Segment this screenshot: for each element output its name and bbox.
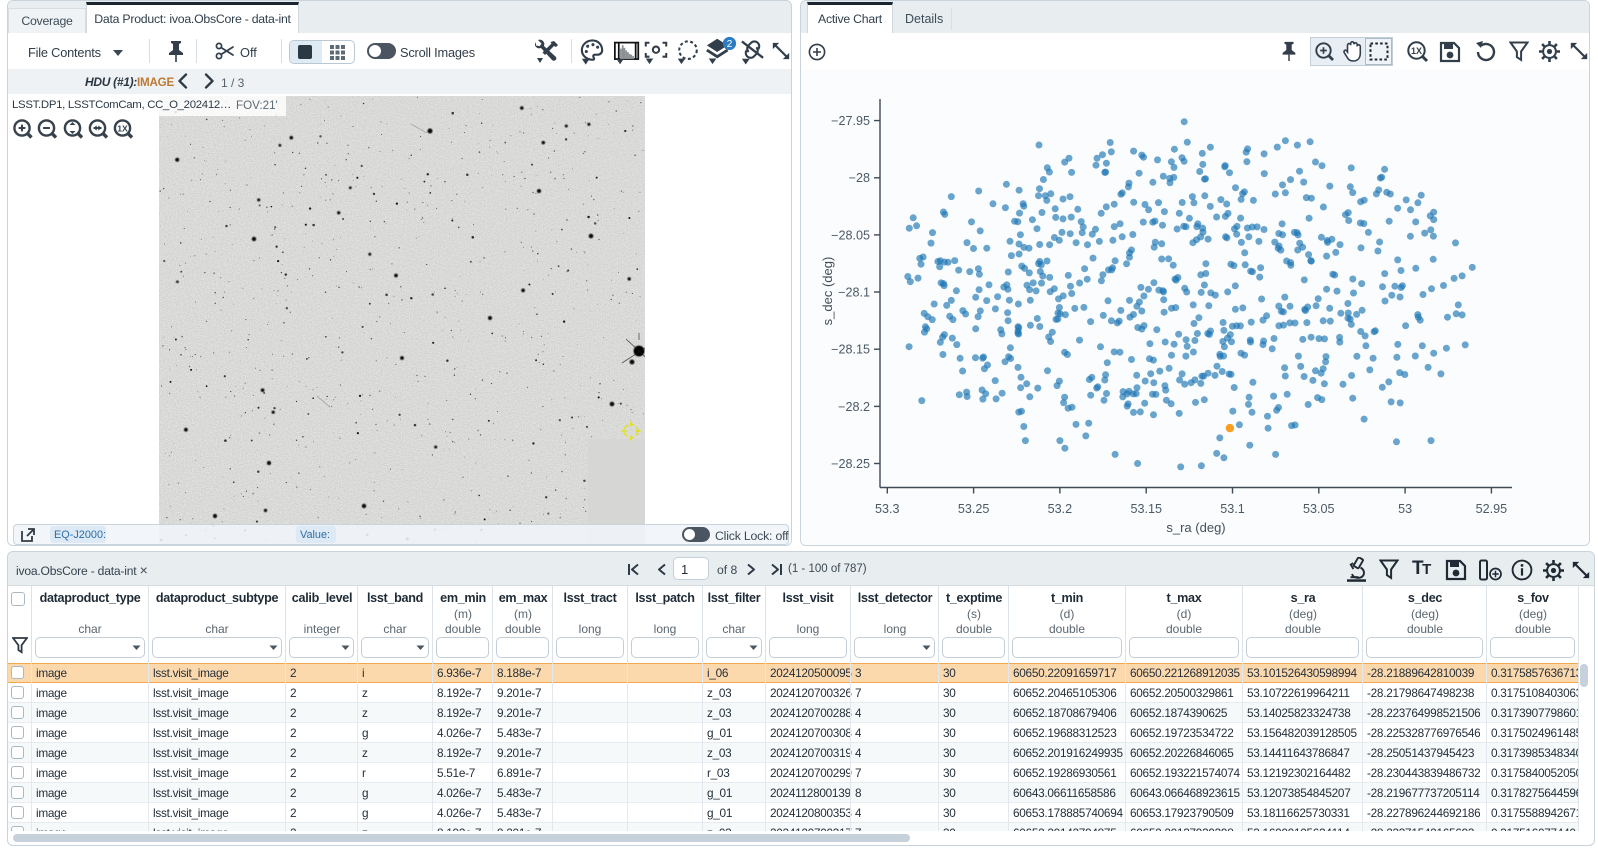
- svg-text:53.15: 53.15: [1130, 502, 1162, 516]
- svg-text:53.25: 53.25: [958, 502, 990, 516]
- svg-text:1X: 1X: [1411, 46, 1422, 56]
- svg-text:53.2: 53.2: [1048, 502, 1073, 516]
- svg-text:−28.2: −28.2: [838, 400, 870, 414]
- svg-text:2: 2: [727, 39, 733, 50]
- svg-text:−27.95: −27.95: [831, 114, 870, 128]
- svg-text:53.3: 53.3: [875, 502, 900, 516]
- svg-text:53.05: 53.05: [1303, 502, 1335, 516]
- svg-text:−28.1: −28.1: [838, 286, 870, 300]
- svg-text:−28.15: −28.15: [831, 343, 870, 357]
- svg-text:53.1: 53.1: [1220, 502, 1245, 516]
- svg-text:−28: −28: [849, 171, 870, 185]
- svg-text:52.95: 52.95: [1476, 502, 1508, 516]
- svg-text:1X: 1X: [117, 123, 128, 133]
- svg-text:−28.25: −28.25: [831, 457, 870, 471]
- svg-text:s_dec (deg): s_dec (deg): [820, 257, 835, 326]
- svg-text:−28.05: −28.05: [831, 228, 870, 242]
- svg-text:s_ra (deg): s_ra (deg): [1166, 520, 1225, 535]
- svg-text:53: 53: [1398, 502, 1412, 516]
